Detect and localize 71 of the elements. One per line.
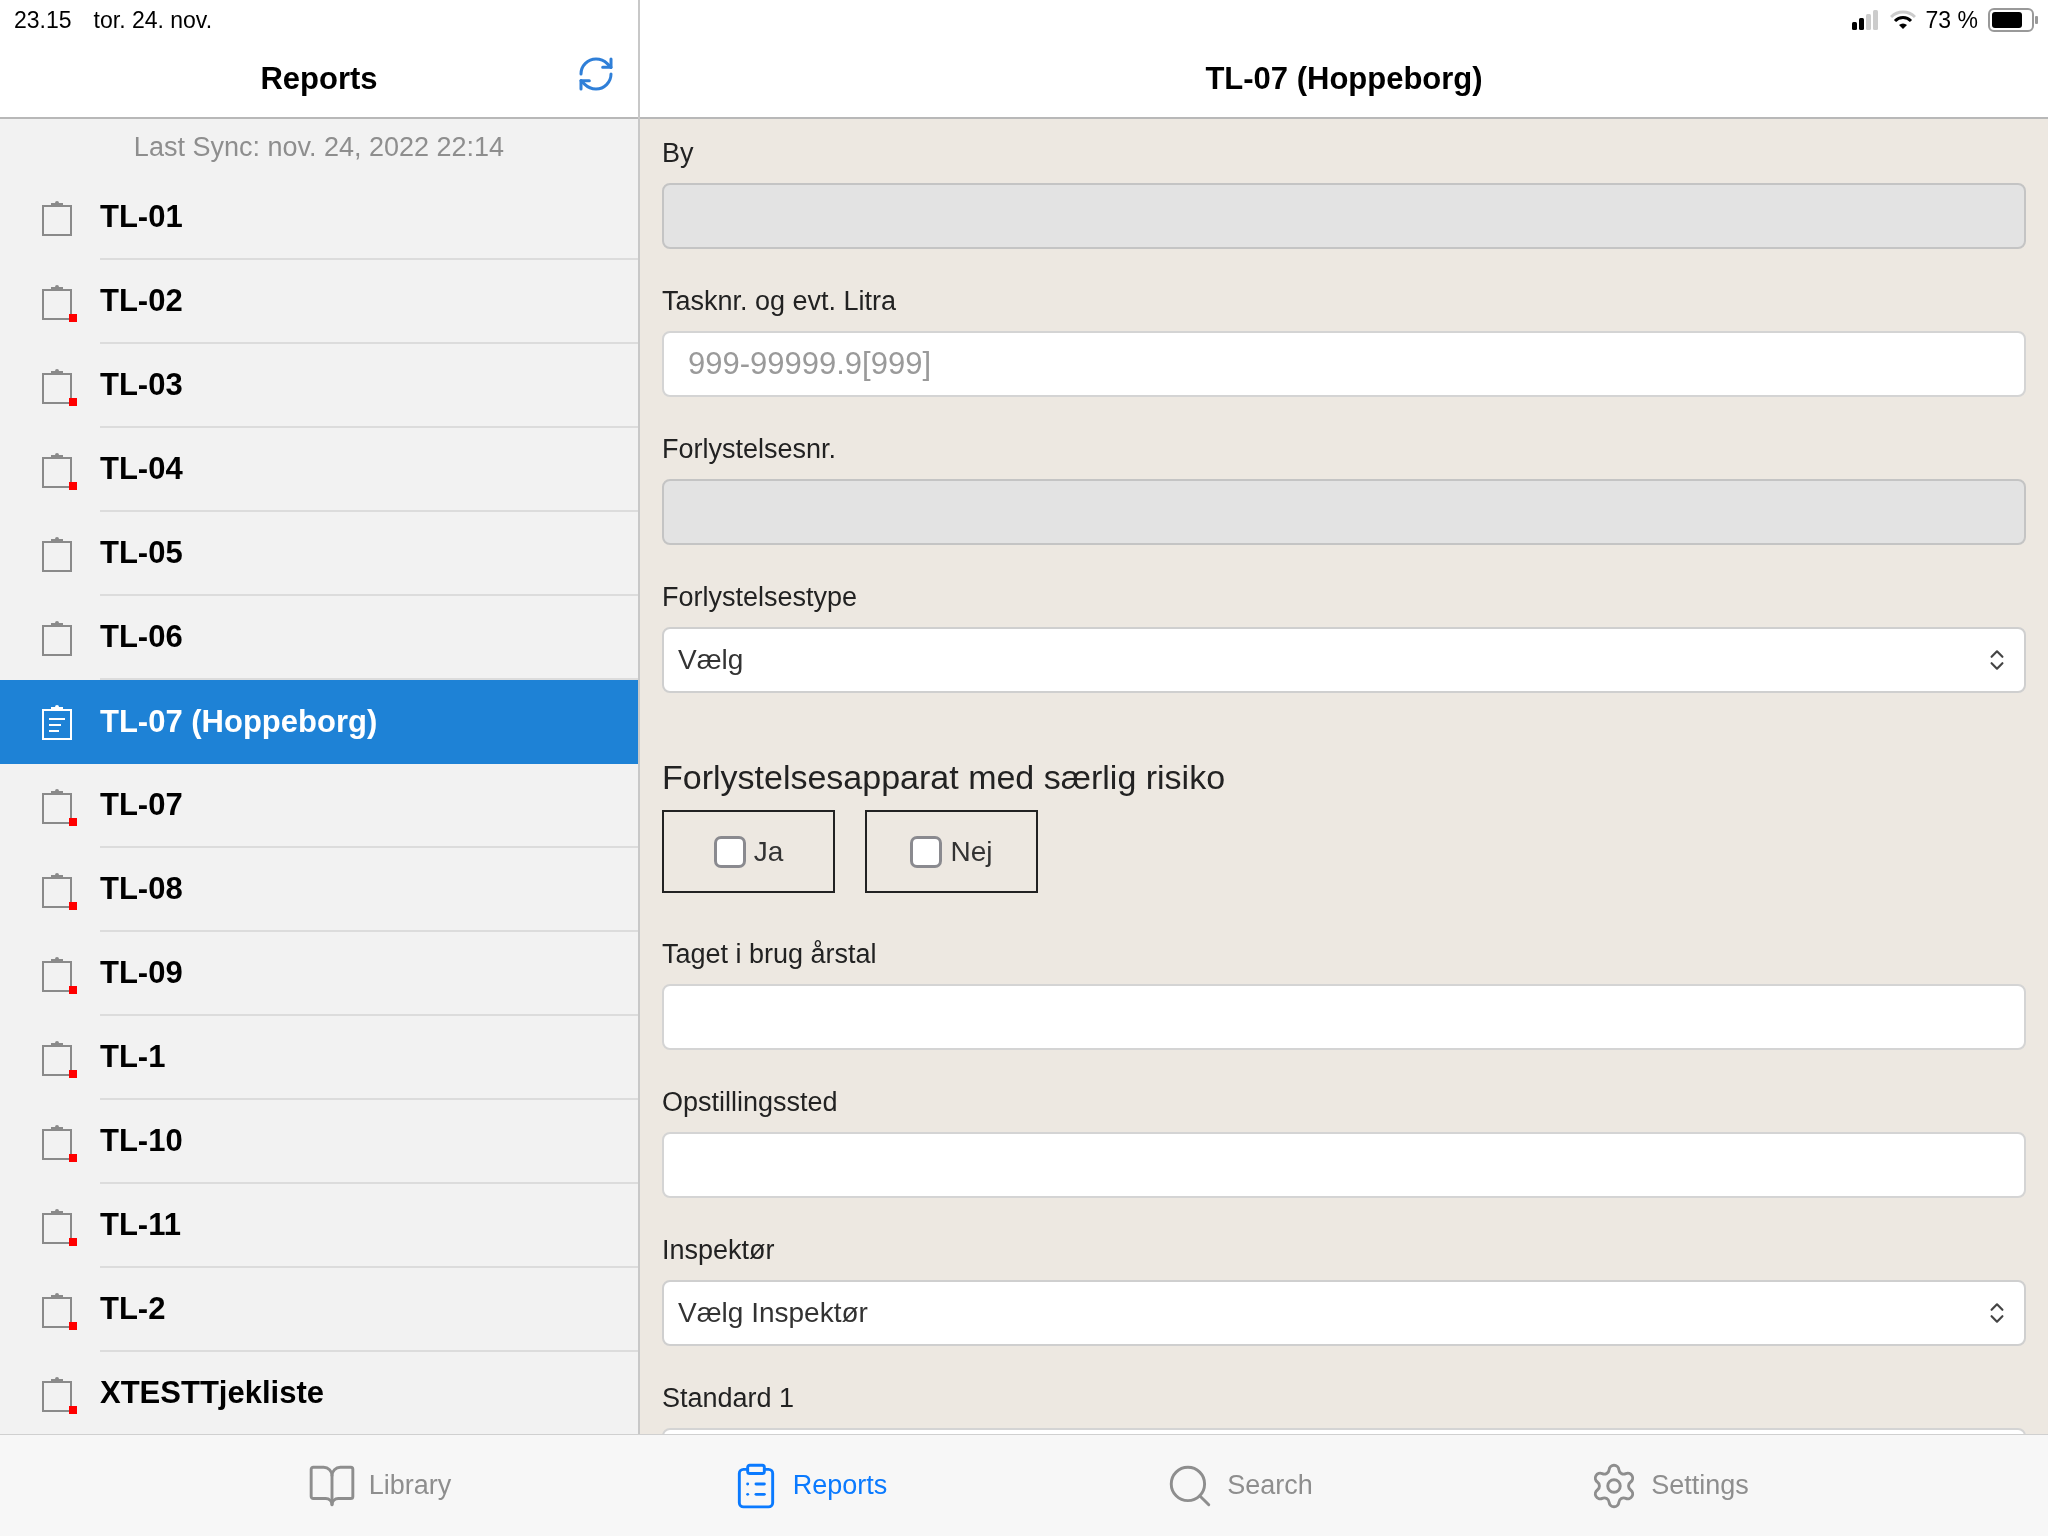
status-time: 23.15 — [14, 6, 72, 34]
clipboard-icon — [41, 282, 75, 322]
clipboard-icon — [41, 1206, 75, 1246]
clipboard-icon — [41, 1122, 75, 1162]
clipboard-icon — [41, 1038, 75, 1078]
status-date: tor. 24. nov. — [93, 6, 213, 34]
clipboard-icon — [41, 618, 75, 658]
field-label: Tasknr. og evt. Litra — [662, 285, 898, 317]
report-name: TL-06 — [100, 619, 183, 655]
clipboard-icon — [41, 366, 75, 406]
report-item[interactable]: TL-10 — [0, 1100, 638, 1184]
report-name: TL-01 — [100, 199, 183, 235]
report-name: TL-08 — [100, 871, 183, 907]
report-item[interactable]: TL-2 — [0, 1268, 638, 1352]
input-field[interactable] — [662, 984, 2026, 1050]
report-name: TL-09 — [100, 955, 183, 991]
input-field[interactable]: 999-99999.9[999] — [662, 331, 2026, 397]
field-label: Taget i brug årstal — [662, 938, 878, 970]
report-item[interactable]: TL-01 — [0, 176, 638, 260]
last-sync-text: Last Sync: nov. 24, 2022 22:14 — [133, 132, 505, 163]
tab-bar-item[interactable]: Reports — [594, 1435, 1024, 1536]
nav-title: TL-07 (Hoppeborg) — [1205, 60, 1483, 97]
report-item[interactable]: TL-07 (Hoppeborg) — [0, 680, 638, 764]
field-label: Forlystelsestype — [662, 581, 859, 613]
clipboard-icon — [41, 702, 75, 742]
report-item[interactable]: TL-08 — [0, 848, 638, 932]
section-heading: Forlystelsesapparat med særlig risiko — [662, 757, 1227, 797]
input-field[interactable] — [662, 1132, 2026, 1198]
report-item[interactable]: TL-05 — [0, 512, 638, 596]
clipboard-icon — [41, 954, 75, 994]
checkbox-option[interactable]: Ja — [662, 810, 835, 893]
clipboard-icon — [41, 534, 75, 574]
wifi-icon — [1889, 10, 1916, 30]
clipboard-icon — [41, 1290, 75, 1330]
report-item[interactable]: TL-09 — [0, 932, 638, 1016]
battery-percent: 73 % — [1925, 6, 1978, 34]
report-item[interactable]: TL-04 — [0, 428, 638, 512]
clipboard-icon — [41, 450, 75, 490]
report-name: TL-02 — [100, 283, 183, 319]
clipboard-icon — [41, 786, 75, 826]
field-label: Forlystelsesnr. — [662, 433, 838, 465]
select-field[interactable]: Vælg Inspektør — [662, 1280, 2026, 1346]
checkbox[interactable] — [910, 835, 943, 868]
battery-icon — [1988, 8, 2038, 32]
report-name: TL-1 — [100, 1039, 166, 1075]
report-item[interactable]: TL-1 — [0, 1016, 638, 1100]
checkbox-option[interactable]: Nej — [865, 810, 1038, 893]
report-item[interactable]: TL-03 — [0, 344, 638, 428]
report-name: TL-05 — [100, 535, 183, 571]
report-name: XTESTTjekliste — [100, 1375, 324, 1411]
clipboard-icon — [41, 198, 75, 238]
report-name: TL-07 — [100, 787, 183, 823]
clipboard-icon — [41, 870, 75, 910]
report-name: TL-04 — [100, 451, 183, 487]
field-label: Opstillingssted — [662, 1086, 839, 1118]
field-label: Inspektør — [662, 1234, 776, 1266]
nav-title: Reports — [260, 60, 378, 97]
report-name: TL-03 — [100, 367, 183, 403]
report-name: TL-10 — [100, 1123, 183, 1159]
report-item[interactable]: TL-02 — [0, 260, 638, 344]
report-name: TL-07 (Hoppeborg) — [100, 704, 378, 740]
field-label: Standard 1 — [662, 1382, 796, 1414]
report-name: TL-2 — [100, 1291, 166, 1327]
report-item[interactable]: TL-07 — [0, 764, 638, 848]
field-label: By — [662, 137, 695, 169]
report-name: TL-11 — [100, 1207, 181, 1243]
select-field[interactable]: Vælg — [662, 627, 2026, 693]
signal-icon — [1849, 10, 1880, 30]
checkbox[interactable] — [713, 835, 746, 868]
report-item[interactable]: TL-11 — [0, 1184, 638, 1268]
clipboard-icon — [41, 1374, 75, 1414]
